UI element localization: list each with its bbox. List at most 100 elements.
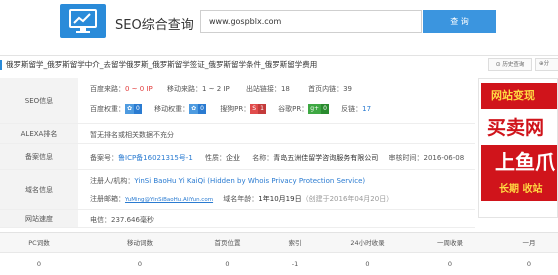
header-month-indexed: 一月 [522,239,536,247]
baidu-weight-badge[interactable]: ✿ 0 [125,104,142,114]
header-week-indexed: 一周收录 [437,239,463,247]
row-body-seo: 百度来路：0 ~ 0 IP 移动来路：1 ~ 2 IP 出站链接：18 首页内链… [90,78,475,123]
icp-name-value: 青岛五洲佳留学咨询服务有限公司 [273,154,379,162]
ad-low-text: 上鱼爪 [481,145,557,185]
alexa-text: 暂无排名或相关数据不充分 [90,131,174,139]
homepage-links-value[interactable]: 39 [343,85,352,93]
value-24h-indexed[interactable]: 0 [325,254,410,274]
mobile-traffic-label: 移动来路： [166,85,202,93]
search-input[interactable] [201,11,416,32]
icp-nature-value: 企业 [226,154,241,162]
domain-age-value: 1年10月19日 [258,195,302,203]
ad-top-text: 网站变现 [481,83,557,109]
outlinks-value[interactable]: 18 [281,85,290,93]
search-box [200,10,422,33]
google-pr-label: 谷歌PR： [278,105,309,113]
monitor-chart-icon [69,9,97,33]
mobile-weight-badge[interactable]: ✿ 0 [189,104,206,114]
row-label-seo: SEO信息 [0,78,78,123]
ad-banner[interactable]: 网站变现 买卖网 上鱼爪 长期 收站 [478,78,558,218]
title-accent-bar [0,60,2,70]
share-button[interactable]: ⊕分 [535,58,558,71]
row-domain: 域名信息 注册人/机构：YinSi BaoHu Yi KaiQi (Hidden… [0,170,475,210]
icp-date-label: 审核时间： [388,154,424,162]
header-mobile-words: 移动词数 [127,239,153,247]
row-label-alexa: ALEXA排名 [0,124,78,143]
row-label-icp: 备案信息 [0,144,78,169]
icp-number-value[interactable]: 鲁ICP备16021315号-1 [118,154,193,162]
row-body-speed: 电信：237.646毫秒 [90,210,475,227]
baidu-traffic-value[interactable]: 0 ~ 0 IP [125,85,153,93]
history-icon: ⊙ [495,61,501,68]
created-prefix: （创建于 [301,195,330,203]
row-body-domain: 注册人/机构：YinSi BaoHu Yi KaiQi (Hidden by W… [90,170,475,209]
table-header-row: PC词数 移动词数 首页位置 索引 24小时收录 一周收录 一月 [0,233,558,253]
seo-line-1: 百度来路：0 ~ 0 IP 移动来路：1 ~ 2 IP 出站链接：18 首页内链… [90,84,352,94]
row-seo-info: SEO信息 百度来路：0 ~ 0 IP 移动来路：1 ~ 2 IP 出站链接：1… [0,78,475,124]
seo-line-2: 百度权重： ✿ 0 移动权重： ✿ 0 搜狗PR： S 1 谷歌PR： g+ 0 反链：17 [90,104,371,114]
row-body-alexa: 暂无排名或相关数据不充分 [90,124,475,143]
created-suffix: ） [386,195,394,203]
logo[interactable] [60,4,106,38]
value-month-indexed[interactable]: 0 [500,254,558,274]
row-body-icp: 备案号：鲁ICP备16021315号-1 性质：企业 名称：青岛五洲佳留学咨询服… [90,144,475,169]
registrant-label: 注册人/机构： [90,177,135,185]
outlinks-label: 出站链接： [245,85,281,93]
icp-nature-label: 性质： [205,154,227,162]
created-value: 2016年04月20日 [329,195,387,203]
ad-mid-text: 买卖网 [487,117,545,139]
domain-line-1: 注册人/机构：YinSi BaoHu Yi KaiQi (Hidden by W… [90,176,365,186]
history-label: 历史查询 [502,62,525,68]
paw-icon: ✿ [189,104,199,114]
icp-number-label: 备案号： [90,154,118,162]
domain-line-2: 注册邮箱：YuMing@YinSiBaoHu.AliYun.com 域名年龄：1… [90,194,393,204]
row-speed: 网站速度 电信：237.646毫秒 [0,210,475,228]
share-label: 分 [543,61,550,67]
baidu-weight-value: 0 [134,104,142,114]
email-value[interactable]: YuMing@YinSiBaoHu.AliYun.com [125,197,213,203]
icp-date-value: 2016-06-08 [423,154,465,162]
value-index[interactable]: -1 [255,254,335,274]
row-label-speed: 网站速度 [0,210,78,227]
email-label: 注册邮箱： [90,195,125,203]
value-week-indexed[interactable]: 0 [405,254,495,274]
paw-icon: ✿ [125,104,135,114]
sogou-pr-badge[interactable]: S1 [250,104,266,114]
icp-name-label: 名称： [252,154,274,162]
table-row: 0 0 0 -1 0 0 0 [0,254,558,274]
value-pc-words[interactable]: 0 [0,254,78,274]
baidu-weight-label: 百度权重： [90,105,125,113]
history-button[interactable]: ⊙ 历史查询 [488,58,532,71]
icp-line: 备案号：鲁ICP备16021315号-1 性质：企业 名称：青岛五洲佳留学咨询服… [90,153,464,163]
search-button[interactable]: 查 询 [423,10,496,33]
ad-foot-text: 长期 收站 [481,181,557,201]
mobile-weight-value: 0 [198,104,206,114]
homepage-links-label: 首页内链： [308,85,344,93]
row-icp: 备案信息 备案号：鲁ICP备16021315号-1 性质：企业 名称：青岛五洲佳… [0,144,475,170]
header-pc-words: PC词数 [28,239,50,247]
page-title: 俄罗斯留学_俄罗斯留学中介_去留学俄罗斯_俄罗斯留学签证_俄罗斯留学条件_俄罗斯… [0,58,317,72]
mobile-weight-label: 移动权重： [154,105,190,113]
google-pr-value: 0 [321,104,329,114]
header: SEO综合查询 查 询 [0,0,558,46]
backlinks-value[interactable]: 17 [362,105,371,113]
mobile-traffic-value: 1 ~ 2 IP [201,85,230,93]
sogou-icon: S [250,104,259,114]
keyword-stats-table: PC词数 移动词数 首页位置 索引 24小时收录 一周收录 一月 0 0 0 -… [0,232,558,275]
backlinks-label: 反链： [341,105,363,113]
app-title: SEO综合查询 [115,18,194,33]
row-label-domain: 域名信息 [0,170,78,209]
header-24h-indexed: 24小时收录 [350,239,385,247]
page-title-text: 俄罗斯留学_俄罗斯留学中介_去留学俄罗斯_俄罗斯留学签证_俄罗斯留学条件_俄罗斯… [6,60,318,69]
registrant-value[interactable]: YinSi BaoHu Yi KaiQi (Hidden by Whois Pr… [134,177,365,185]
google-plus-icon: g+ [308,104,322,114]
sogou-pr-value: 1 [258,104,266,114]
header-index: 索引 [288,239,302,247]
speed-value: 电信：237.646毫秒 [90,216,154,224]
google-pr-badge[interactable]: g+ 0 [308,104,329,114]
baidu-traffic-label: 百度来路： [90,85,125,93]
sogou-pr-label: 搜狗PR： [220,105,251,113]
row-alexa: ALEXA排名 暂无排名或相关数据不充分 [0,124,475,144]
value-mobile-words[interactable]: 0 [90,254,190,274]
domain-age-label: 域名年龄： [223,195,259,203]
